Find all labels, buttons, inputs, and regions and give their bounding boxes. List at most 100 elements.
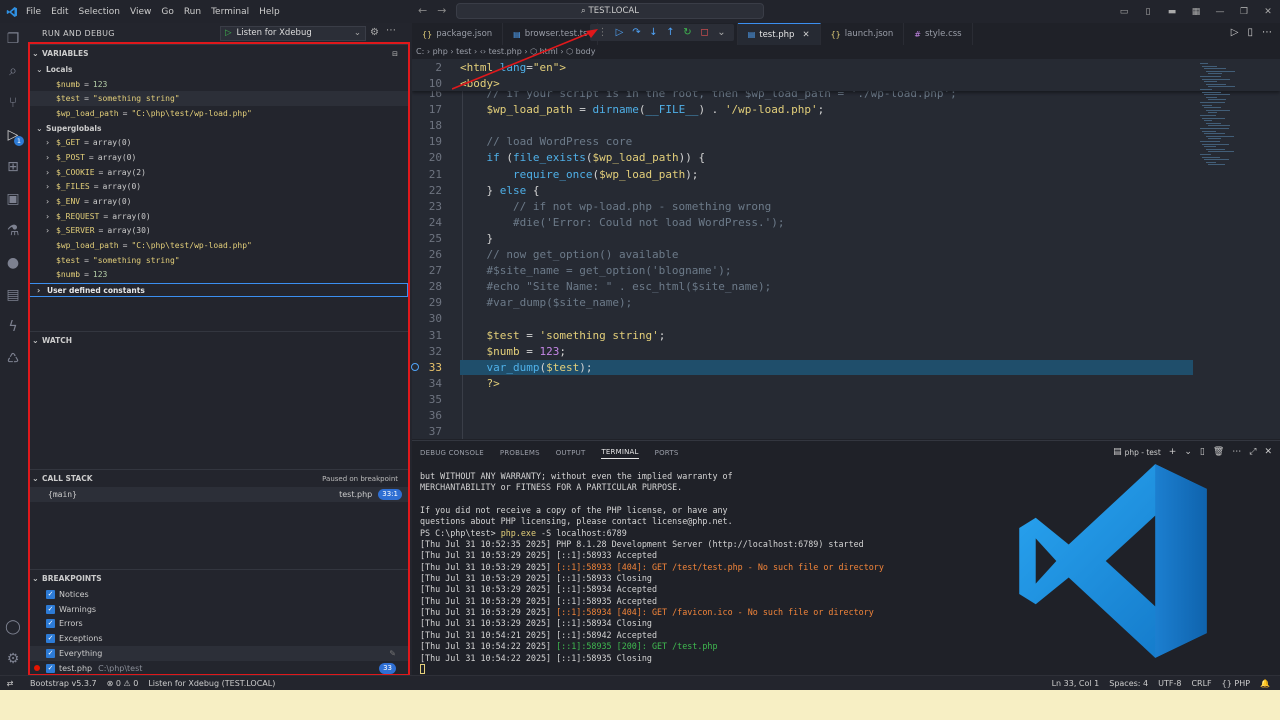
step-over-icon[interactable]: ↷ bbox=[628, 27, 645, 38]
status-item-eol[interactable]: CRLF bbox=[1191, 679, 1211, 688]
extensions-icon[interactable]: ⊞ bbox=[0, 151, 26, 183]
status-item-position[interactable]: Ln 33, Col 1 bbox=[1052, 679, 1100, 688]
status-item-language[interactable]: {} PHP bbox=[1222, 679, 1250, 688]
panel-tab-problems[interactable]: PROBLEMS bbox=[500, 449, 540, 457]
continue-icon[interactable]: ▷ bbox=[611, 27, 628, 38]
layout-custom-icon[interactable]: ▦ bbox=[1184, 7, 1208, 17]
user-defined-constants-group[interactable]: › User defined constants bbox=[28, 283, 408, 298]
menu-item-go[interactable]: Go bbox=[161, 7, 173, 17]
minimize-icon[interactable]: — bbox=[1208, 7, 1232, 17]
terminal-output[interactable]: but WITHOUT ANY WARRANTY; without even t… bbox=[420, 471, 884, 675]
breakpoint-item-everything[interactable]: ✓ Everything ✎ bbox=[28, 646, 408, 661]
code-line[interactable]: // now get_option() available bbox=[460, 248, 678, 261]
code-line[interactable]: #die('Error: Could not load WordPress.')… bbox=[460, 216, 785, 229]
checkbox[interactable]: ✓ bbox=[46, 604, 55, 614]
checkbox[interactable]: ✓ bbox=[46, 649, 55, 659]
panel-tab-ports[interactable]: PORTS bbox=[655, 449, 679, 457]
superglobals-group[interactable]: ⌄ Superglobals bbox=[28, 121, 408, 136]
variable-row[interactable]: › $_SERVER = array(30) bbox=[28, 224, 408, 239]
code-line[interactable]: if (file_exists($wp_load_path)) { bbox=[460, 151, 706, 164]
panel-tab-output[interactable]: OUTPUT bbox=[556, 449, 586, 457]
edit-pencil-icon[interactable]: ✎ bbox=[389, 649, 396, 658]
tab-test-php[interactable]: ▤ test.php ✕ bbox=[737, 23, 821, 45]
menu-item-edit[interactable]: Edit bbox=[51, 7, 68, 17]
remote-explorer-icon[interactable]: ▣ bbox=[0, 183, 26, 215]
checkbox[interactable]: ✓ bbox=[46, 619, 55, 629]
collapse-all-icon[interactable]: ⊟ bbox=[392, 50, 398, 58]
variable-row[interactable]: $numb = 123 bbox=[28, 77, 408, 92]
forward-arrow-icon[interactable]: → bbox=[437, 4, 446, 17]
debug-config-select[interactable]: ▷ Listen for Xdebug ⌄ bbox=[220, 26, 366, 41]
code-line[interactable]: } bbox=[460, 232, 493, 245]
stack-frame[interactable]: {main} test.php 33:1 bbox=[28, 487, 408, 502]
watch-header[interactable]: ⌄ WATCH bbox=[28, 331, 408, 349]
breakpoint-arrow-icon[interactable] bbox=[411, 363, 419, 371]
code-line[interactable]: } else { bbox=[460, 184, 539, 197]
code-editor[interactable]: 16 // if your script is in the root, the… bbox=[412, 59, 1280, 439]
layout-panel-icon[interactable]: ▬ bbox=[1160, 7, 1184, 17]
open-launch-json-icon[interactable]: ⚙ bbox=[370, 27, 379, 38]
maximize-panel-icon[interactable]: ⤢ bbox=[1249, 447, 1256, 457]
breakpoint-item-exceptions[interactable]: ✓ Exceptions bbox=[28, 631, 408, 646]
more-actions-icon[interactable]: ⋯ bbox=[1232, 447, 1241, 457]
code-line[interactable]: #echo "Site Name: " . esc_html($site_nam… bbox=[460, 280, 771, 293]
panel-tab-debug-console[interactable]: DEBUG CONSOLE bbox=[420, 449, 484, 457]
status-item-encoding[interactable]: UTF-8 bbox=[1158, 679, 1181, 688]
code-line[interactable]: $wp_load_path = dirname(__FILE__) . '/wp… bbox=[460, 103, 825, 116]
code-line[interactable]: require_once($wp_load_path); bbox=[460, 168, 698, 181]
status-item-debug[interactable]: Listen for Xdebug (TEST.LOCAL) bbox=[148, 679, 275, 688]
chevron-down-icon[interactable]: ⌄ bbox=[1184, 447, 1192, 457]
tab-launch-json[interactable]: {} launch.json bbox=[821, 23, 905, 45]
variable-row[interactable]: $wp_load_path = "C:\php\test/wp-load.php" bbox=[28, 238, 408, 253]
menu-item-help[interactable]: Help bbox=[259, 7, 280, 17]
node-icon[interactable]: ● bbox=[0, 247, 26, 279]
menu-item-terminal[interactable]: Terminal bbox=[211, 7, 249, 17]
breakpoint-file-item[interactable]: ✓ test.php C:\php\test 33 bbox=[28, 661, 408, 676]
breakpoint-item-warnings[interactable]: ✓ Warnings bbox=[28, 602, 408, 617]
python-icon[interactable]: ♺ bbox=[0, 343, 26, 375]
bell-icon[interactable]: 🔔 bbox=[1260, 679, 1270, 688]
layout-toggle-icon[interactable]: ▭ bbox=[1112, 7, 1136, 17]
chevron-down-icon[interactable]: ⌄ bbox=[713, 27, 730, 38]
code-line[interactable]: ?> bbox=[460, 377, 500, 390]
close-tab-icon[interactable]: ✕ bbox=[802, 30, 809, 40]
variable-row[interactable]: › $_ENV = array(0) bbox=[28, 194, 408, 209]
variable-row[interactable]: › $_GET = array(0) bbox=[28, 135, 408, 150]
code-line[interactable]: // if not wp-load.php - something wrong bbox=[460, 200, 771, 213]
code-line[interactable]: #$site_name = get_option('blogname'); bbox=[460, 264, 731, 277]
close-panel-icon[interactable]: ✕ bbox=[1264, 447, 1272, 457]
tab-style-css[interactable]: # style.css bbox=[904, 23, 973, 45]
code-line[interactable]: // load WordPress core bbox=[460, 135, 632, 148]
back-arrow-icon[interactable]: ← bbox=[418, 4, 427, 17]
run-debug-icon[interactable]: ▷ 1 bbox=[0, 119, 26, 151]
variable-row[interactable]: $wp_load_path = "C:\php\test/wp-load.php" bbox=[28, 106, 408, 121]
status-item-bootstrap[interactable]: Bootstrap v5.3.7 bbox=[30, 679, 97, 688]
terminal-name[interactable]: php - test bbox=[1125, 448, 1161, 457]
menu-item-file[interactable]: File bbox=[26, 7, 41, 17]
variable-row[interactable]: $test = "something string" bbox=[28, 91, 408, 107]
breakpoints-header[interactable]: ⌄ BREAKPOINTS bbox=[28, 569, 408, 587]
testing-icon[interactable]: ⚗ bbox=[0, 215, 26, 247]
explorer-icon[interactable]: ❐ bbox=[0, 23, 26, 55]
variable-row[interactable]: › $_COOKIE = array(2) bbox=[28, 165, 408, 180]
lightning-icon[interactable]: ϟ bbox=[0, 311, 26, 343]
layout-sidebar-icon[interactable]: ▯ bbox=[1136, 7, 1160, 17]
checkbox[interactable]: ✓ bbox=[46, 589, 55, 599]
split-terminal-icon[interactable]: ▯ bbox=[1200, 447, 1205, 457]
restore-icon[interactable]: ❐ bbox=[1232, 7, 1256, 17]
minimap[interactable] bbox=[1196, 59, 1256, 179]
restart-icon[interactable]: ↻ bbox=[679, 27, 696, 38]
breakpoint-item-errors[interactable]: ✓ Errors bbox=[28, 617, 408, 632]
run-file-icon[interactable]: ▷ bbox=[1231, 27, 1239, 38]
menu-item-selection[interactable]: Selection bbox=[79, 7, 120, 17]
variable-row[interactable]: › $_REQUEST = array(0) bbox=[28, 209, 408, 224]
trash-icon[interactable]: 🗑 bbox=[1213, 447, 1224, 457]
source-control-icon[interactable]: ⑂ bbox=[0, 87, 26, 119]
more-actions-icon[interactable]: ⋯ bbox=[386, 25, 396, 36]
panel-tab-terminal[interactable]: TERMINAL bbox=[601, 448, 639, 459]
menu-item-run[interactable]: Run bbox=[184, 7, 201, 17]
close-window-icon[interactable]: ✕ bbox=[1256, 7, 1280, 17]
checkbox[interactable]: ✓ bbox=[46, 634, 55, 644]
search-icon[interactable]: ⌕ bbox=[0, 55, 26, 87]
remote-icon[interactable]: ⇄ bbox=[0, 679, 20, 688]
